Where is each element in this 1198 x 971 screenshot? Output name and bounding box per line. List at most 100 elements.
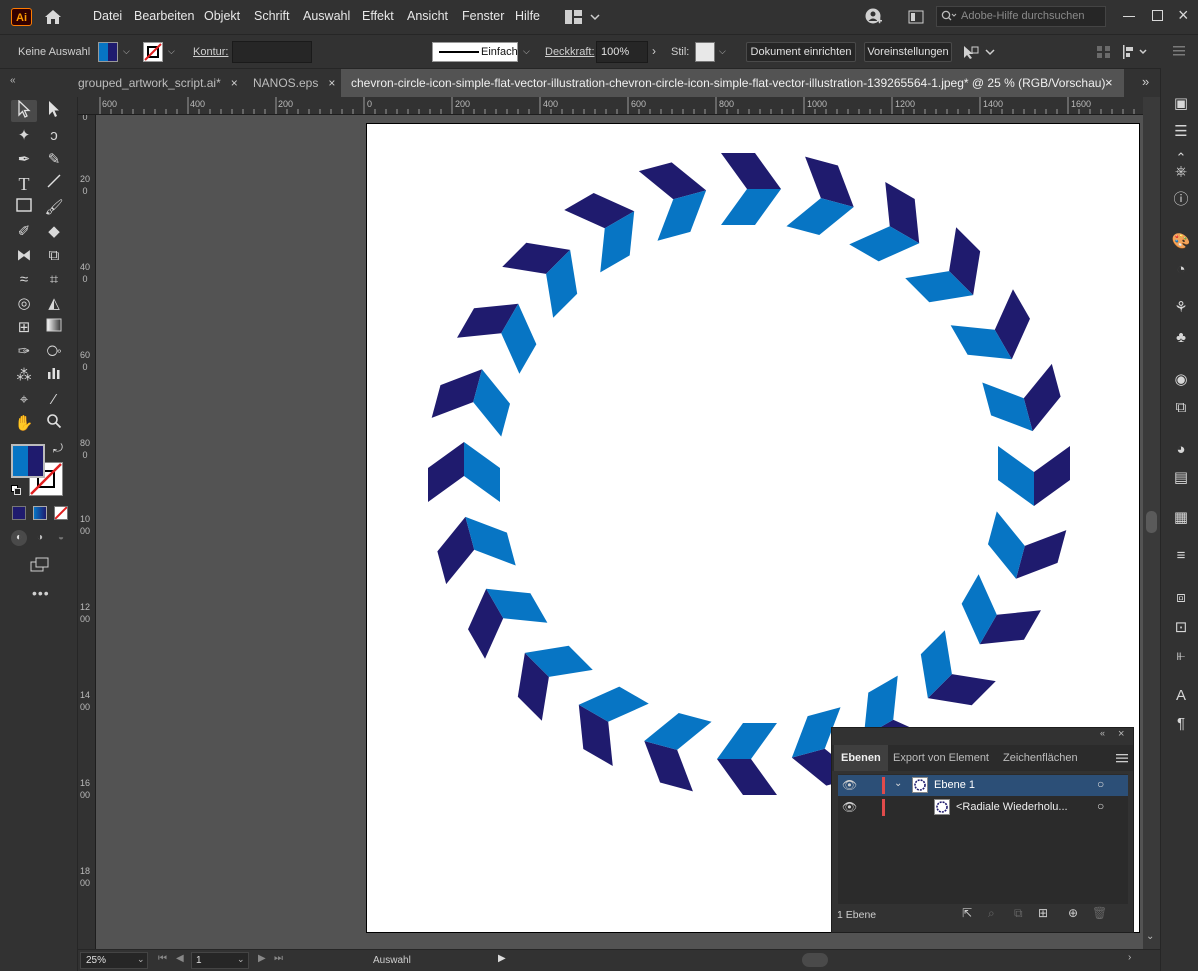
stroke-panel-icon[interactable]: ≡ — [1171, 546, 1191, 566]
color-guide-icon[interactable]: 🎨 — [1171, 232, 1191, 252]
chevron-shape[interactable] — [981, 511, 1067, 588]
last-artboard-icon[interactable]: ⏭ — [274, 953, 283, 964]
tab-asset-export[interactable]: Export von Element — [893, 745, 989, 771]
color-mode-button[interactable] — [12, 506, 26, 520]
line-tool-icon[interactable] — [41, 173, 67, 195]
gradient-mode-button[interactable] — [33, 506, 47, 520]
layer-name[interactable]: Ebene 1 — [934, 779, 975, 791]
blend-tool-icon[interactable]: ⧂ — [41, 341, 67, 363]
panel-menu-icon[interactable] — [1172, 44, 1186, 61]
properties-icon[interactable]: ☰ — [1171, 122, 1191, 142]
preferences-button[interactable]: Voreinstellungen — [864, 42, 952, 62]
scroll-right-icon[interactable]: › — [1128, 952, 1131, 963]
perspective-grid-tool-icon[interactable]: ◭ — [41, 293, 67, 315]
align-panel-icon[interactable]: ⊡ — [1171, 618, 1191, 638]
swatches-icon[interactable]: ▦ — [1171, 508, 1191, 528]
panel-toggle-icon[interactable] — [908, 9, 924, 28]
swap-fill-stroke-icon[interactable]: ⤾ — [53, 441, 63, 456]
opacity-arrow-icon[interactable]: › — [652, 44, 656, 58]
menu-effekt[interactable]: Effekt — [362, 9, 394, 23]
paintbrush-tool-icon[interactable]: 🖌 — [41, 197, 67, 219]
panel-options-menu-icon[interactable] — [1116, 752, 1128, 766]
layer-row-radial-repeat[interactable]: 👁 <Radiale Wiederholu... ○ — [838, 797, 1128, 818]
account-icon[interactable] — [865, 8, 883, 29]
close-tab-icon[interactable]: × — [328, 76, 335, 90]
color-icon[interactable]: ◔ — [1171, 260, 1191, 280]
chevron-shape[interactable] — [902, 630, 996, 723]
rectangle-tool-icon[interactable] — [11, 197, 37, 219]
draw-behind-icon[interactable]: ◑ — [32, 530, 48, 546]
status-menu-arrow-icon[interactable]: ▶ — [498, 953, 506, 964]
brush-definition-field[interactable]: Einfach — [432, 42, 518, 62]
new-sublayer-icon[interactable]: ⊞ — [1038, 906, 1048, 920]
lasso-tool-icon[interactable]: ↄ — [41, 125, 67, 147]
close-tab-icon[interactable]: × — [231, 76, 238, 90]
shaper-tool-icon[interactable]: ✐ — [11, 221, 37, 243]
zoom-tool-icon[interactable] — [41, 413, 67, 435]
shape-builder-tool-icon[interactable]: ◎ — [11, 293, 37, 315]
pen-tool-icon[interactable]: ✒ — [11, 149, 37, 171]
chevron-shape[interactable] — [638, 156, 716, 241]
edit-toolbar-icon[interactable]: ••• — [32, 585, 50, 601]
close-active-tab-icon[interactable]: × — [1105, 75, 1113, 90]
transform-icon[interactable]: ⧉ — [1171, 398, 1191, 418]
delete-layer-icon[interactable]: 🗑 — [1092, 906, 1107, 920]
chevron-shape[interactable] — [717, 723, 777, 795]
column-graph-tool-icon[interactable] — [41, 365, 67, 387]
visibility-eye-icon[interactable]: 👁 — [842, 800, 857, 814]
vertical-scrollbar[interactable]: ⌄ — [1143, 97, 1160, 949]
opacity-label[interactable]: Deckkraft: — [545, 46, 595, 58]
direct-selection-tool-icon[interactable] — [41, 100, 67, 122]
chevron-shape[interactable] — [635, 706, 712, 792]
pathfinder-icon[interactable]: ⧈ — [1171, 588, 1191, 608]
tab-grouped-artwork[interactable]: grouped_artwork_script.ai* × — [78, 69, 243, 97]
stroke-label[interactable]: Kontur: — [193, 46, 228, 58]
menu-datei[interactable]: Datei — [93, 9, 122, 23]
appearance-icon[interactable]: ◉ — [1171, 370, 1191, 390]
zoom-select[interactable]: 25% ⌄ — [80, 952, 148, 969]
fill-dropdown-chevron-icon[interactable]: ⌵ — [123, 46, 130, 57]
visibility-eye-icon[interactable]: 👁 — [842, 778, 857, 792]
chevron-shape[interactable] — [564, 180, 652, 273]
chevron-shape[interactable] — [721, 153, 781, 225]
mesh-tool-icon[interactable]: ⊞ — [11, 317, 37, 339]
fill-swatch[interactable] — [98, 42, 118, 62]
chevron-shape[interactable] — [905, 227, 998, 320]
menu-schrift[interactable]: Schrift — [254, 9, 289, 23]
stroke-none-swatch[interactable] — [143, 42, 163, 62]
close-panel-icon[interactable]: × — [1118, 728, 1124, 740]
target-circle-icon[interactable]: ○ — [1097, 777, 1104, 791]
draw-normal-icon[interactable]: ◐ — [11, 530, 27, 546]
collect-export-icon[interactable]: ⇱ — [962, 906, 972, 920]
tab-artboards[interactable]: Zeichenflächen — [1003, 745, 1078, 771]
prev-artboard-icon[interactable]: ◀ — [176, 953, 184, 964]
scroll-down-icon[interactable]: ⌄ — [1146, 931, 1154, 942]
style-dropdown-chevron-icon[interactable]: ⌵ — [719, 46, 726, 57]
layer-row-ebene-1[interactable]: 👁 ⌄ Ebene 1 ○ — [838, 775, 1128, 796]
transparency-icon[interactable]: ◕ — [1171, 440, 1191, 460]
artboard-number-select[interactable]: 1 ⌄ — [191, 952, 249, 969]
object-name[interactable]: <Radiale Wiederholu... — [956, 801, 1068, 813]
brushes-icon[interactable]: ⚘ — [1171, 298, 1191, 318]
graphic-style-swatch[interactable] — [695, 42, 715, 62]
eraser-tool-icon[interactable]: ◆ — [41, 221, 67, 243]
new-layer-icon[interactable]: ⊕ — [1068, 906, 1078, 920]
close-window-icon[interactable]: × — [1178, 5, 1189, 26]
first-artboard-icon[interactable]: ⏮ — [158, 953, 167, 964]
default-colors-icon[interactable] — [11, 484, 21, 495]
menu-fenster[interactable]: Fenster — [462, 9, 504, 23]
eyedropper-tool-icon[interactable]: ✑ — [11, 341, 37, 363]
chevron-shape[interactable] — [431, 508, 516, 585]
arrange-documents-icon[interactable] — [962, 44, 996, 63]
hand-tool-icon[interactable]: ✋ — [11, 413, 37, 435]
scale-tool-icon[interactable]: ⧉ — [41, 245, 67, 267]
align-left-icon[interactable] — [1122, 44, 1152, 63]
artboard-tool-icon[interactable]: ⌖ — [11, 389, 37, 411]
tab-chevron-circle[interactable]: chevron-circle-icon-simple-flat-vector-i… — [341, 69, 1124, 97]
screen-mode-icon[interactable] — [30, 557, 50, 576]
horizontal-scrollbar[interactable] — [514, 959, 1144, 963]
selection-tool-icon[interactable] — [11, 99, 37, 122]
draw-inside-icon[interactable]: ◒ — [53, 530, 69, 546]
chevron-shape[interactable] — [949, 574, 1041, 662]
chevron-shape[interactable] — [786, 156, 863, 242]
